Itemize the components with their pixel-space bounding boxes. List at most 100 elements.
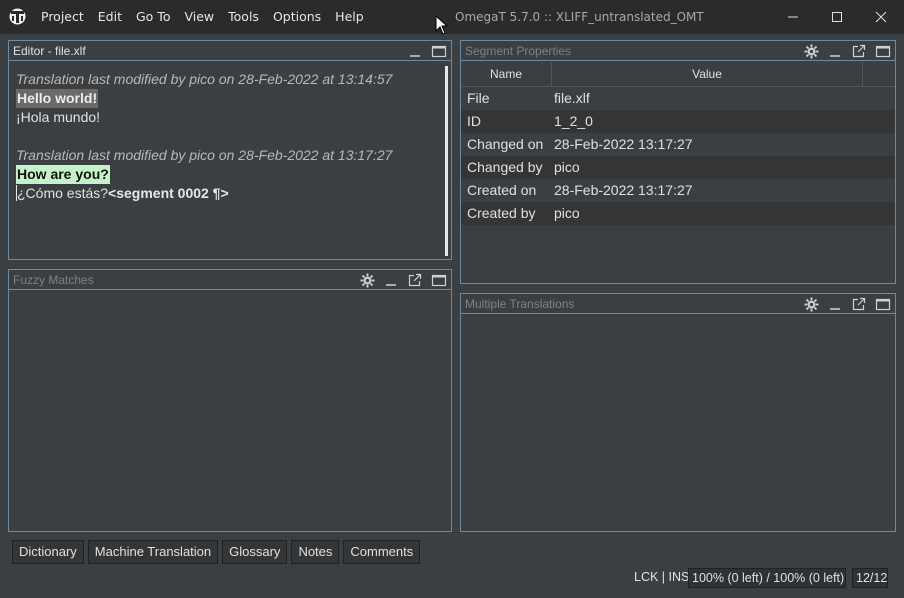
menu-tools[interactable]: Tools [221, 0, 266, 34]
editor-maximize-button[interactable] [431, 43, 447, 59]
fuzzy-matches-header: Fuzzy Matches [9, 270, 451, 290]
segprops-settings-button[interactable] [803, 43, 819, 59]
segment-1-source[interactable]: Hello world! [16, 89, 99, 108]
segment-2-target[interactable]: ¿Cómo estás? [17, 185, 108, 201]
undock-icon [408, 273, 422, 287]
editor-body[interactable]: Translation last modified by pico on 28-… [9, 62, 451, 259]
segment-properties-title: Segment Properties [465, 44, 572, 58]
property-name: File [467, 90, 490, 106]
table-row[interactable]: Created by pico [461, 202, 895, 225]
table-row[interactable]: Changed by pico [461, 156, 895, 179]
editor-panel: Editor - file.xlf Translation last modif… [8, 40, 452, 260]
multi-minimize-button[interactable] [827, 296, 843, 312]
fuzzy-settings-button[interactable] [359, 272, 375, 288]
fuzzy-matches-panel: Fuzzy Matches [8, 269, 452, 532]
editor-document[interactable]: Translation last modified by pico on 28-… [16, 70, 392, 203]
close-button[interactable] [858, 0, 904, 34]
multi-maximize-button[interactable] [875, 296, 891, 312]
tab-glossary[interactable]: Glossary [222, 540, 288, 564]
segment-count-status: 12/12 [852, 568, 888, 588]
minimize-icon [830, 308, 840, 310]
segment-2-meta: Translation last modified by pico on 28-… [16, 147, 393, 163]
multiple-translations-title: Multiple Translations [465, 297, 575, 311]
table-row[interactable]: File file.xlf [461, 87, 895, 110]
maximize-button[interactable] [814, 0, 860, 34]
property-name: Created on [467, 182, 537, 198]
menu-project[interactable]: Project [34, 0, 91, 34]
property-value: 1_2_0 [554, 113, 593, 129]
tab-notes[interactable]: Notes [291, 540, 340, 564]
column-header-name[interactable]: Name [461, 62, 552, 87]
segprops-minimize-button[interactable] [827, 43, 843, 59]
segment-properties-header: Segment Properties [461, 41, 895, 61]
multi-settings-button[interactable] [803, 296, 819, 312]
multi-undock-button[interactable] [851, 296, 867, 312]
property-name: Changed by [467, 159, 543, 175]
tab-machine-translation[interactable]: Machine Translation [87, 540, 219, 564]
property-value: pico [554, 159, 580, 175]
segment-1-meta: Translation last modified by pico on 28-… [16, 71, 393, 87]
maximize-panel-icon [431, 45, 447, 58]
minimize-icon [410, 55, 420, 57]
maximize-icon [832, 12, 842, 22]
menu-options[interactable]: Options [266, 0, 328, 34]
maximize-panel-icon [431, 274, 447, 287]
window-title: OmegaT 5.7.0 :: XLIFF_untranslated_OMT [455, 10, 704, 24]
property-value: pico [554, 205, 580, 221]
fuzzy-matches-body[interactable] [9, 291, 451, 531]
multiple-translations-header: Multiple Translations [461, 294, 895, 314]
gear-icon [803, 43, 819, 59]
fuzzy-matches-title: Fuzzy Matches [13, 273, 94, 287]
multiple-translations-panel: Multiple Translations [460, 293, 896, 532]
segment-1-target[interactable]: ¡Hola mundo! [16, 108, 392, 127]
property-value: file.xlf [554, 90, 590, 106]
undock-icon [852, 297, 866, 311]
segprops-maximize-button[interactable] [875, 43, 891, 59]
minimized-panes-bar: Dictionary Machine Translation Glossary … [12, 540, 421, 564]
tab-comments[interactable]: Comments [343, 540, 421, 564]
gear-icon [359, 272, 375, 288]
column-header-value[interactable]: Value [552, 62, 863, 87]
table-row[interactable]: Changed on 28-Feb-2022 13:17:27 [461, 133, 895, 156]
menu-help[interactable]: Help [328, 0, 371, 34]
table-row[interactable]: ID 1_2_0 [461, 110, 895, 133]
edit-mode-status: LCK | INS [634, 570, 690, 584]
table-row[interactable]: Created on 28-Feb-2022 13:17:27 [461, 179, 895, 202]
property-name: Created by [467, 205, 536, 221]
mouse-cursor-icon [435, 15, 449, 35]
menu-bar: Project Edit Go To View Tools Options He… [34, 0, 371, 34]
title-bar: Project Edit Go To View Tools Options He… [0, 0, 904, 35]
menu-goto[interactable]: Go To [129, 0, 177, 34]
editor-title: Editor - file.xlf [13, 44, 86, 58]
fuzzy-maximize-button[interactable] [431, 272, 447, 288]
gear-icon [803, 296, 819, 312]
property-value: 28-Feb-2022 13:17:27 [554, 136, 693, 152]
segment-properties-table: Name Value File file.xlf ID 1_2_0 Change… [461, 62, 895, 225]
menu-edit[interactable]: Edit [91, 0, 129, 34]
maximize-panel-icon [875, 298, 891, 311]
progress-status: 100% (0 left) / 100% (0 left), 2 [688, 568, 846, 588]
segment-properties-panel: Segment Properties Name Value File file.… [460, 40, 896, 284]
maximize-panel-icon [875, 45, 891, 58]
minimize-icon [788, 16, 798, 18]
editor-scrollbar[interactable] [445, 66, 448, 256]
omegat-logo-icon [9, 8, 26, 25]
editor-minimize-button[interactable] [407, 43, 423, 59]
menu-view[interactable]: View [177, 0, 221, 34]
multiple-translations-body[interactable] [461, 315, 895, 531]
segment-properties-body: Name Value File file.xlf ID 1_2_0 Change… [461, 62, 895, 283]
property-name: Changed on [467, 136, 544, 152]
table-header: Name Value [461, 62, 895, 87]
tab-dictionary[interactable]: Dictionary [12, 540, 84, 564]
segprops-undock-button[interactable] [851, 43, 867, 59]
editor-header: Editor - file.xlf [9, 41, 451, 61]
segment-2-source[interactable]: How are you? [16, 165, 110, 184]
undock-icon [852, 44, 866, 58]
segment-2-marker: <segment 0002 ¶> [108, 185, 229, 201]
fuzzy-undock-button[interactable] [407, 272, 423, 288]
fuzzy-minimize-button[interactable] [383, 272, 399, 288]
minimize-button[interactable] [770, 0, 816, 34]
close-icon [875, 11, 887, 23]
minimize-icon [830, 55, 840, 57]
minimize-icon [386, 284, 396, 286]
